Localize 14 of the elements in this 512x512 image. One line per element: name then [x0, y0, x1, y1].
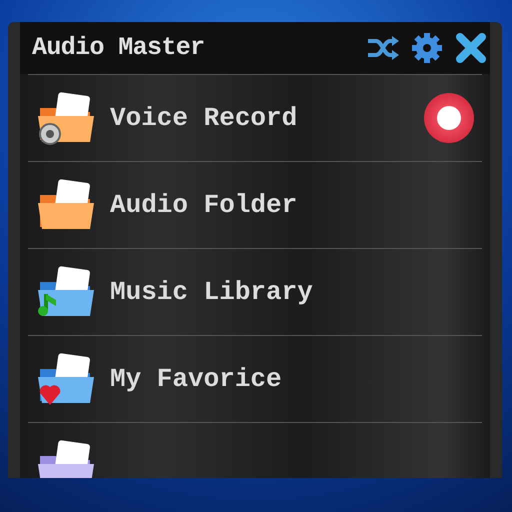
- menu-row[interactable]: Voice Record: [28, 74, 482, 161]
- menu-row[interactable]: My Favorice: [28, 335, 482, 422]
- settings-icon[interactable]: [410, 31, 444, 65]
- close-icon[interactable]: [454, 31, 488, 65]
- menu-row[interactable]: Audio Folder: [28, 161, 482, 248]
- menu-item-label[interactable]: Music Library: [110, 272, 474, 312]
- window-title: Audio Master: [32, 32, 206, 64]
- menu-item-label[interactable]: My Favorice: [110, 360, 474, 398]
- menu-item-label[interactable]: Audio Folder: [110, 186, 474, 224]
- record-button[interactable]: [424, 93, 474, 143]
- menu-item-label[interactable]: Voice Record: [110, 98, 412, 138]
- shuffle-icon[interactable]: [366, 33, 400, 63]
- menu-row[interactable]: Music Library: [28, 248, 482, 335]
- record-icon: [437, 106, 461, 130]
